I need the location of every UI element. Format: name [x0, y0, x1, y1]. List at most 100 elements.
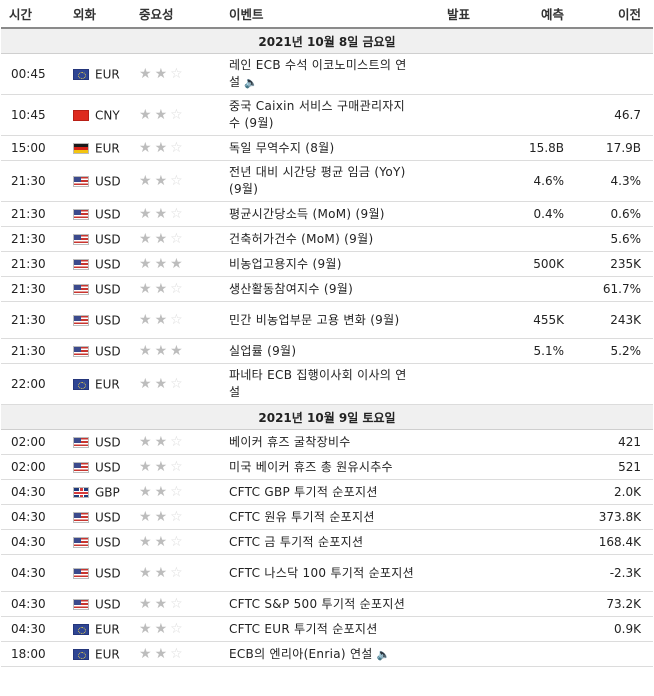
star-filled-icon: ★ — [154, 107, 171, 123]
star-filled-icon: ★ — [170, 343, 186, 359]
event-name-text[interactable]: CFTC S&P 500 투기적 순포지션 — [229, 597, 405, 611]
event-previous: 373.8K — [576, 504, 653, 530]
event-currency: USD — [65, 226, 131, 252]
event-currency: USD — [65, 454, 131, 480]
economic-calendar-table: 시간 외화 중요성 이벤트 발표 예측 이전 2021년 10월 8일 금요일 0… — [1, 0, 653, 667]
event-row[interactable]: 22:00 EUR ★★☆ 파네타 ECB 집행이사회 이사의 연설 — [1, 363, 653, 405]
event-name-text[interactable]: 미국 베이커 휴즈 총 원유시추수 — [229, 460, 393, 474]
star-filled-icon: ★ — [139, 312, 155, 328]
star-filled-icon: ★ — [154, 565, 171, 581]
event-row[interactable]: 04:30 EUR ★★☆ CFTC EUR 투기적 순포지션 0.9K — [1, 616, 653, 642]
event-actual — [421, 338, 496, 364]
col-previous[interactable]: 이전 — [576, 0, 653, 29]
event-row[interactable]: 04:30 USD ★★☆ CFTC 금 투기적 순포지션 168.4K — [1, 529, 653, 555]
event-currency: USD — [65, 338, 131, 364]
event-actual — [421, 135, 496, 161]
event-name-text[interactable]: CFTC GBP 투기적 순포지션 — [229, 485, 378, 499]
event-row[interactable]: 18:00 EUR ★★☆ ECB의 엔리아(Enria) 연설 🔈 — [1, 641, 653, 667]
event-currency: EUR — [65, 641, 131, 667]
event-row[interactable]: 02:00 USD ★★☆ 미국 베이커 휴즈 총 원유시추수 521 — [1, 454, 653, 480]
currency-code: USD — [95, 313, 121, 328]
event-row[interactable]: 21:30 USD ★★☆ 평균시간당소득 (MoM) (9월) 0.4% 0.6% — [1, 201, 653, 227]
event-name-text[interactable]: 생산활동참여지수 (9월) — [229, 282, 353, 296]
event-currency: USD — [65, 301, 131, 339]
flag-icon — [73, 648, 89, 660]
event-row[interactable]: 04:30 USD ★★☆ CFTC S&P 500 투기적 순포지션 73.2K — [1, 591, 653, 617]
event-row[interactable]: 21:30 USD ★★★ 비농업고용지수 (9월) 500K 235K — [1, 251, 653, 277]
currency-code: CNY — [95, 108, 120, 123]
col-importance[interactable]: 중요성 — [131, 0, 221, 29]
currency-code: USD — [95, 566, 121, 581]
currency-code: EUR — [95, 622, 120, 637]
day-header-row: 2021년 10월 9일 토요일 — [1, 404, 653, 430]
event-name-text[interactable]: 베이커 휴즈 굴착장비수 — [229, 435, 351, 449]
event-row[interactable]: 02:00 USD ★★☆ 베이커 휴즈 굴착장비수 421 — [1, 429, 653, 455]
event-name: 베이커 휴즈 굴착장비수 — [221, 429, 421, 455]
event-previous: -2.3K — [576, 554, 653, 592]
event-row[interactable]: 21:30 USD ★★☆ 생산활동참여지수 (9월) 61.7% — [1, 276, 653, 302]
event-name-text[interactable]: CFTC 금 투기적 순포지션 — [229, 535, 363, 549]
event-forecast — [496, 454, 576, 480]
col-event[interactable]: 이벤트 — [221, 0, 421, 29]
star-filled-icon: ★ — [154, 534, 171, 550]
star-filled-icon: ★ — [154, 434, 171, 450]
event-name: 미국 베이커 휴즈 총 원유시추수 — [221, 454, 421, 480]
flag-icon — [73, 436, 89, 448]
event-importance: ★★☆ — [131, 301, 221, 339]
event-currency: GBP — [65, 479, 131, 505]
event-name-text[interactable]: 민간 비농업부문 고용 변화 (9월) — [229, 313, 399, 327]
event-row[interactable]: 21:30 USD ★★★ 실업률 (9월) 5.1% 5.2% — [1, 338, 653, 364]
col-time[interactable]: 시간 — [1, 0, 65, 29]
star-filled-icon: ★ — [139, 596, 155, 612]
star-filled-icon: ★ — [139, 107, 155, 123]
event-name-text[interactable]: 파네타 ECB 집행이사회 이사의 연설 — [229, 368, 407, 399]
event-time: 04:30 — [1, 554, 65, 592]
star-empty-icon: ☆ — [170, 231, 186, 247]
event-name-text[interactable]: 중국 Caixin 서비스 구매관리자지수 (9월) — [229, 99, 405, 130]
event-name-text[interactable]: 실업률 (9월) — [229, 344, 296, 358]
event-name-text[interactable]: 평균시간당소득 (MoM) (9월) — [229, 207, 385, 221]
star-filled-icon: ★ — [154, 256, 171, 272]
event-name-text[interactable]: 전년 대비 시간당 평균 임금 (YoY) (9월) — [229, 165, 406, 196]
event-row[interactable]: 04:30 USD ★★☆ CFTC 나스닥 100 투기적 순포지션 -2.3K — [1, 554, 653, 592]
event-forecast — [496, 641, 576, 667]
col-currency[interactable]: 외화 — [65, 0, 131, 29]
flag-icon — [73, 378, 89, 390]
event-importance: ★★☆ — [131, 363, 221, 405]
event-row[interactable]: 21:30 USD ★★☆ 민간 비농업부문 고용 변화 (9월) 455K 243K — [1, 301, 653, 339]
star-empty-icon: ☆ — [170, 596, 186, 612]
event-name-text[interactable]: 독일 무역수지 (8월) — [229, 141, 335, 155]
event-name-text[interactable]: CFTC 나스닥 100 투기적 순포지션 — [229, 566, 414, 580]
event-row[interactable]: 00:45 EUR ★★☆ 레인 ECB 수석 이코노미스트의 연설 🔈 — [1, 53, 653, 95]
event-name-text[interactable]: CFTC 원유 투기적 순포지션 — [229, 510, 375, 524]
event-name-text[interactable]: 비농업고용지수 (9월) — [229, 257, 342, 271]
col-actual[interactable]: 발표 — [421, 0, 496, 29]
event-name-text[interactable]: 건축허가건수 (MoM) (9월) — [229, 232, 373, 246]
event-row[interactable]: 04:30 USD ★★☆ CFTC 원유 투기적 순포지션 373.8K — [1, 504, 653, 530]
star-empty-icon: ☆ — [170, 206, 186, 222]
event-forecast — [496, 504, 576, 530]
event-time: 15:00 — [1, 135, 65, 161]
event-forecast — [496, 226, 576, 252]
currency-code: USD — [95, 282, 121, 297]
event-row[interactable]: 10:45 CNY ★★☆ 중국 Caixin 서비스 구매관리자지수 (9월) 46.… — [1, 94, 653, 136]
event-time: 02:00 — [1, 429, 65, 455]
event-name: ECB의 엔리아(Enria) 연설 🔈 — [221, 641, 421, 667]
event-name-text[interactable]: CFTC EUR 투기적 순포지션 — [229, 622, 378, 636]
star-filled-icon: ★ — [139, 343, 155, 359]
event-previous: 243K — [576, 301, 653, 339]
event-time: 04:30 — [1, 529, 65, 555]
flag-icon — [73, 536, 89, 548]
event-row[interactable]: 21:30 USD ★★☆ 건축허가건수 (MoM) (9월) 5.6% — [1, 226, 653, 252]
event-importance: ★★☆ — [131, 429, 221, 455]
event-row[interactable]: 21:30 USD ★★☆ 전년 대비 시간당 평균 임금 (YoY) (9월) 4.6… — [1, 160, 653, 202]
star-filled-icon: ★ — [154, 484, 171, 500]
event-name: 레인 ECB 수석 이코노미스트의 연설 🔈 — [221, 53, 421, 95]
event-name-text[interactable]: ECB의 엔리아(Enria) 연설 — [229, 647, 373, 661]
event-row[interactable]: 15:00 EUR ★★☆ 독일 무역수지 (8월) 15.8B 17.9B — [1, 135, 653, 161]
star-filled-icon: ★ — [170, 256, 186, 272]
event-previous: 4.3% — [576, 160, 653, 202]
event-row[interactable]: 04:30 GBP ★★☆ CFTC GBP 투기적 순포지션 2.0K — [1, 479, 653, 505]
col-forecast[interactable]: 예측 — [496, 0, 576, 29]
event-previous: 5.2% — [576, 338, 653, 364]
